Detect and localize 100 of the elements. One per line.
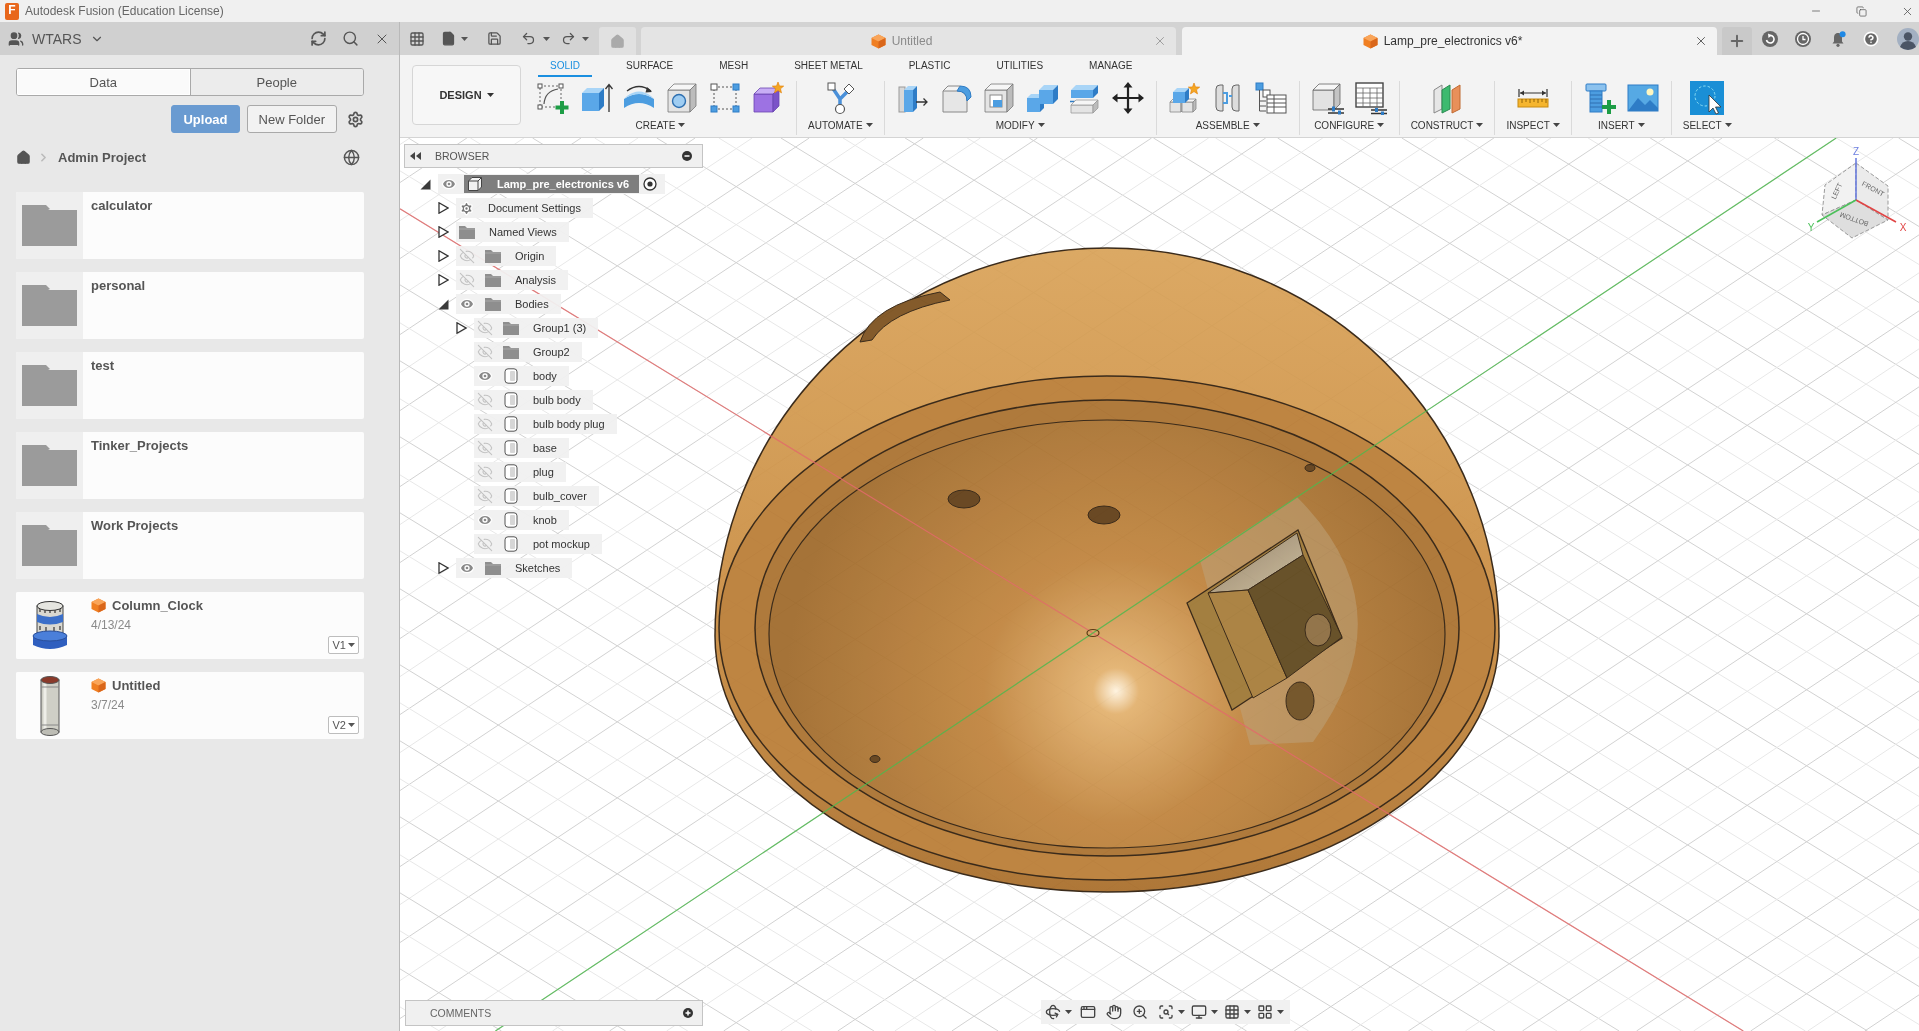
- caret-icon[interactable]: [1178, 1010, 1185, 1014]
- blocks-star-icon[interactable]: [1167, 81, 1202, 115]
- caret-icon[interactable]: [348, 723, 355, 727]
- folder-card[interactable]: Tinker_Projects: [16, 432, 364, 499]
- caret-icon[interactable]: [1211, 1010, 1218, 1014]
- zoom-window-icon[interactable]: [1158, 1004, 1174, 1020]
- eye-icon[interactable]: [459, 560, 475, 576]
- version-dropdown[interactable]: V1: [327, 636, 359, 654]
- bell-icon[interactable]: [1830, 30, 1846, 47]
- segment-tab[interactable]: People: [189, 69, 363, 95]
- version-dropdown[interactable]: V2: [327, 716, 359, 734]
- breadcrumb-project[interactable]: Admin Project: [58, 149, 147, 165]
- expand-triangle-icon[interactable]: [438, 250, 449, 262]
- expand-triangle-icon[interactable]: [438, 274, 449, 286]
- tool-group-menu[interactable]: ASSEMBLE: [1195, 119, 1260, 131]
- folder-card[interactable]: Work Projects: [16, 512, 364, 579]
- window-frame-icon[interactable]: [1080, 1004, 1096, 1020]
- caret-icon[interactable]: [1244, 1010, 1251, 1014]
- toolbar-tab[interactable]: SURFACE: [614, 55, 686, 77]
- hole-block-icon[interactable]: [665, 81, 699, 115]
- tree-row[interactable]: Group1 (3): [474, 318, 599, 338]
- avatar-icon[interactable]: [1897, 27, 1919, 50]
- minus-circle-icon[interactable]: [682, 151, 692, 161]
- caret-icon[interactable]: [1252, 123, 1260, 127]
- caret-icon[interactable]: [1637, 123, 1645, 127]
- target-icon[interactable]: [643, 177, 658, 191]
- tree-row[interactable]: Sketches: [456, 558, 573, 578]
- undo-icon[interactable]: [521, 31, 536, 46]
- team-switcher[interactable]: WTARS: [8, 30, 104, 47]
- expand-triangle-icon[interactable]: [438, 226, 449, 238]
- people-icon[interactable]: [8, 30, 24, 47]
- tool-group-menu[interactable]: CONSTRUCT: [1410, 119, 1484, 131]
- caret-icon[interactable]: [1552, 123, 1560, 127]
- panes-icon[interactable]: [1257, 1004, 1273, 1020]
- tree-row[interactable]: Group2: [474, 342, 582, 362]
- search-icon[interactable]: [342, 30, 359, 47]
- cube-star-icon[interactable]: [751, 81, 785, 115]
- tree-row[interactable]: Bodies: [456, 294, 561, 314]
- new-tab-button[interactable]: [1722, 27, 1752, 55]
- hollow-block-icon[interactable]: [981, 81, 1016, 115]
- move-arrows-icon[interactable]: [1110, 81, 1145, 115]
- caret-icon[interactable]: [348, 643, 355, 647]
- double-arrow-left-icon[interactable]: [410, 152, 421, 160]
- caret-icon[interactable]: [582, 36, 589, 41]
- workspace-dropdown[interactable]: DESIGN: [412, 65, 521, 125]
- design-card[interactable]: Untitled 3/7/24 V2: [16, 672, 364, 739]
- tree-row[interactable]: bulb body plug: [474, 414, 617, 434]
- clock-icon[interactable]: [1795, 30, 1811, 47]
- tree-row[interactable]: bulb_cover: [474, 486, 599, 506]
- tool-group-menu[interactable]: MODIFY: [995, 119, 1045, 131]
- rotate-3d-icon[interactable]: [1045, 1004, 1061, 1020]
- tree-row[interactable]: body: [474, 366, 569, 386]
- caret-icon[interactable]: [486, 93, 494, 97]
- eye-icon[interactable]: [459, 296, 475, 312]
- tool-group-menu[interactable]: SELECT: [1682, 119, 1732, 131]
- caret-icon[interactable]: [543, 36, 550, 41]
- toolbar-tab[interactable]: MESH: [707, 55, 761, 77]
- cursor-lasso-icon[interactable]: [1690, 81, 1725, 115]
- plus-circle-icon[interactable]: [683, 1008, 693, 1018]
- folder-card[interactable]: calculator: [16, 192, 364, 259]
- apps-grid-icon[interactable]: [409, 30, 425, 47]
- folder-card[interactable]: test: [16, 352, 364, 419]
- expand-triangle-icon[interactable]: [438, 202, 449, 214]
- new-folder-button[interactable]: New Folder: [246, 105, 337, 133]
- tree-row[interactable]: Origin: [456, 246, 557, 266]
- tree-row[interactable]: Named Views: [456, 222, 569, 242]
- caret-icon[interactable]: [1377, 123, 1385, 127]
- eye-icon[interactable]: [477, 512, 493, 528]
- toolbar-tab[interactable]: PLASTIC: [896, 55, 963, 77]
- file-icon[interactable]: [441, 31, 456, 46]
- tree-row[interactable]: bulb body: [474, 390, 593, 410]
- expand-triangle-icon[interactable]: [438, 298, 449, 310]
- toolbar-tab[interactable]: SHEET METAL: [782, 55, 875, 77]
- cube-slider-icon[interactable]: [1310, 81, 1345, 115]
- image-icon[interactable]: [1625, 81, 1660, 115]
- tree-row[interactable]: Document Settings: [456, 198, 593, 218]
- eye-icon[interactable]: [477, 368, 493, 384]
- redo-icon[interactable]: [561, 31, 576, 46]
- tool-group-menu[interactable]: INSPECT: [1506, 119, 1560, 131]
- caret-icon[interactable]: [1724, 123, 1732, 127]
- caret-icon[interactable]: [678, 123, 686, 127]
- caret-icon[interactable]: [1065, 1010, 1072, 1014]
- segment-tab[interactable]: Data: [17, 69, 190, 95]
- globe-icon[interactable]: [343, 148, 360, 166]
- document-tab[interactable]: Lamp_pre_electronics v6*: [1182, 27, 1717, 55]
- zoom-in-icon[interactable]: [1132, 1004, 1148, 1020]
- eye-icon[interactable]: [441, 176, 457, 192]
- refresh-icon[interactable]: [310, 30, 327, 47]
- toolbar-tab[interactable]: MANAGE: [1077, 55, 1145, 77]
- toolbar-tab[interactable]: UTILITIES: [984, 55, 1056, 77]
- box-arrow-icon[interactable]: [579, 81, 613, 115]
- tool-group-menu[interactable]: CREATE: [635, 119, 686, 131]
- expand-triangle-icon[interactable]: [420, 178, 431, 190]
- folder-card[interactable]: personal: [16, 272, 364, 339]
- help-icon[interactable]: [1863, 30, 1879, 47]
- tool-group-menu[interactable]: CONFIGURE: [1314, 119, 1385, 131]
- caret-icon[interactable]: [461, 36, 468, 41]
- sketch-plus-icon[interactable]: [536, 81, 570, 115]
- home-icon[interactable]: [16, 149, 31, 165]
- monitor-icon[interactable]: [1191, 1004, 1207, 1020]
